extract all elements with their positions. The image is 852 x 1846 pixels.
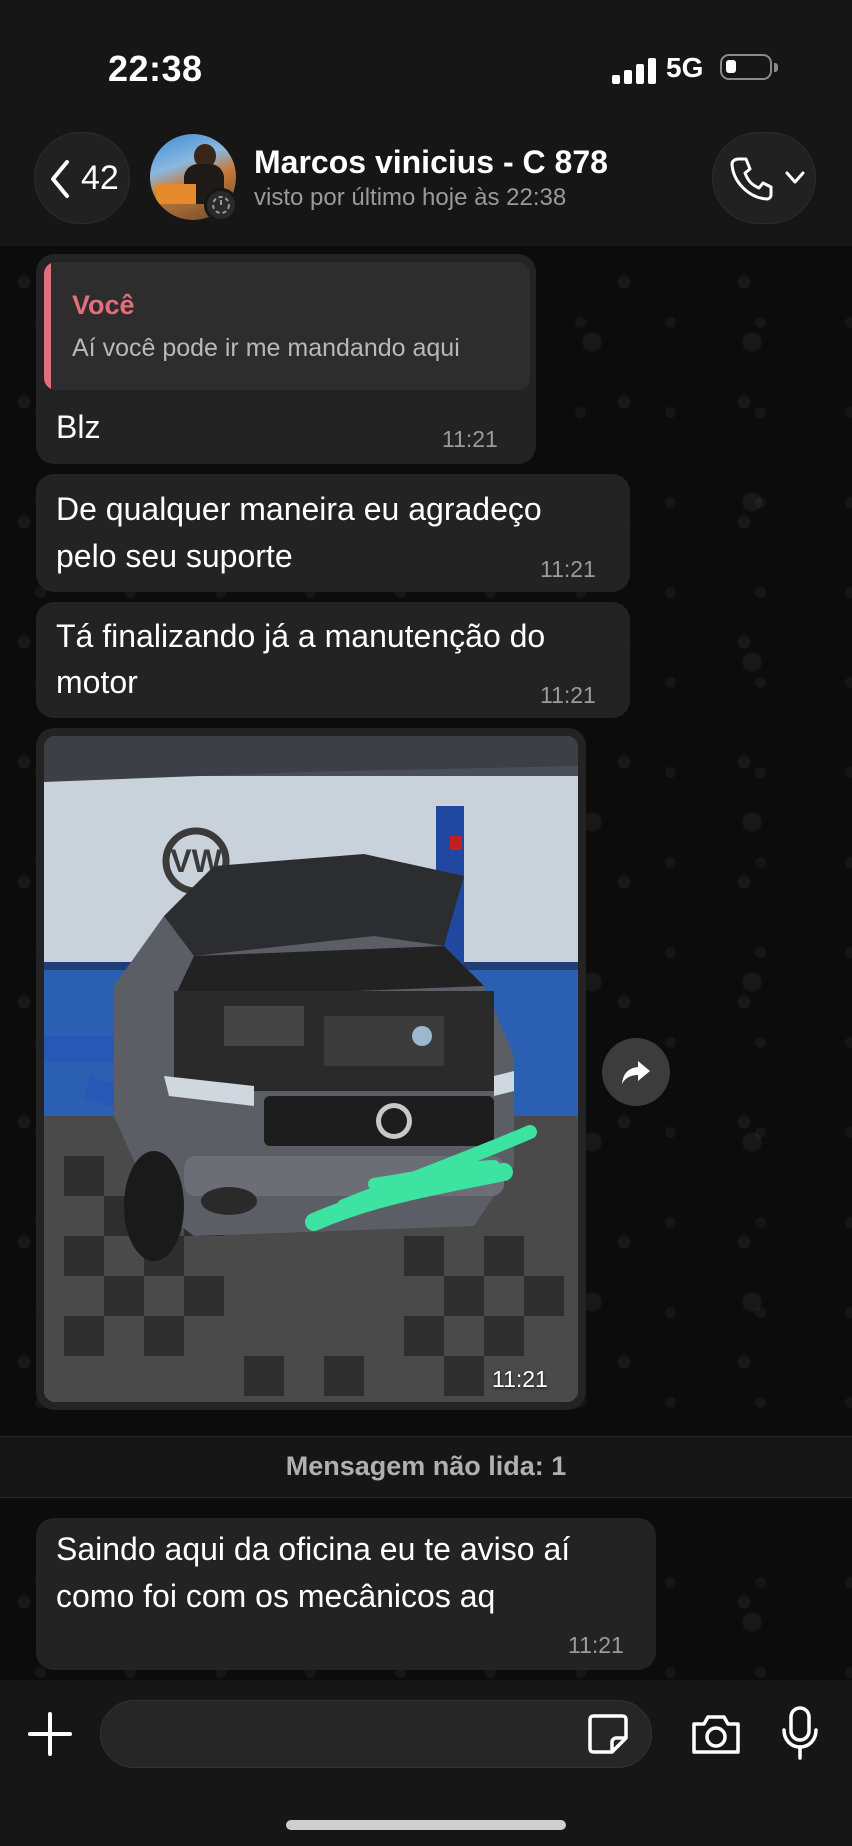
unread-divider: Mensagem não lida: 1 xyxy=(0,1436,852,1498)
message-time: 11:21 xyxy=(568,1632,624,1658)
quoted-message[interactable]: Você Aí você pode ir me mandando aqui xyxy=(44,262,530,390)
status-bar: 22:38 5G xyxy=(0,0,852,130)
signal-bars-icon xyxy=(612,56,662,84)
message-time: 11:21 xyxy=(540,556,596,582)
battery-icon xyxy=(720,54,778,80)
quote-author: Você xyxy=(72,290,135,320)
forward-button[interactable] xyxy=(602,1038,670,1106)
last-seen: visto por último hoje às 22:38 xyxy=(254,184,567,211)
home-indicator xyxy=(286,1820,566,1830)
chevron-down-icon xyxy=(785,171,805,184)
message-text: pelo seu suporte xyxy=(56,538,293,574)
clock: 22:38 xyxy=(108,48,203,89)
quote-accent-bar xyxy=(44,262,51,390)
contact-name[interactable]: Marcos vinicius - C 878 xyxy=(254,144,608,181)
unread-count: 42 xyxy=(81,159,119,197)
microphone-icon[interactable] xyxy=(780,1706,820,1760)
message-text: Tá finalizando já a manutenção do xyxy=(56,618,546,654)
message-input[interactable] xyxy=(100,1700,652,1768)
quote-text: Aí você pode ir me mandando aqui xyxy=(72,334,460,362)
unread-label: Mensagem não lida: 1 xyxy=(285,1451,567,1481)
message-text: Saindo aqui da oficina eu te aviso aí xyxy=(56,1531,571,1567)
camera-icon[interactable] xyxy=(690,1712,742,1756)
network-type: 5G xyxy=(666,52,704,83)
message-time: 11:21 xyxy=(442,426,498,452)
message-text: Blz xyxy=(56,409,101,445)
image-message-time: 11:21 xyxy=(492,1366,548,1392)
message-text: motor xyxy=(56,664,138,700)
message-text: De qualquer maneira eu agradeço xyxy=(56,491,542,527)
sticker-icon[interactable] xyxy=(586,1712,630,1756)
forward-arrow-icon xyxy=(622,1061,650,1084)
car-engine-photo[interactable]: VW xyxy=(44,736,578,1402)
message-time: 11:21 xyxy=(540,682,596,708)
call-button[interactable] xyxy=(712,132,816,224)
phone-icon xyxy=(730,157,773,201)
chat-header: 42 Marcos vinicius - C 878 visto por últ… xyxy=(0,130,852,246)
message-text: como foi com os mecânicos aq xyxy=(56,1578,496,1614)
back-button[interactable]: 42 xyxy=(34,132,130,224)
chevron-left-icon xyxy=(51,160,69,198)
status-ring-icon xyxy=(204,188,238,222)
plus-icon[interactable] xyxy=(26,1710,74,1758)
